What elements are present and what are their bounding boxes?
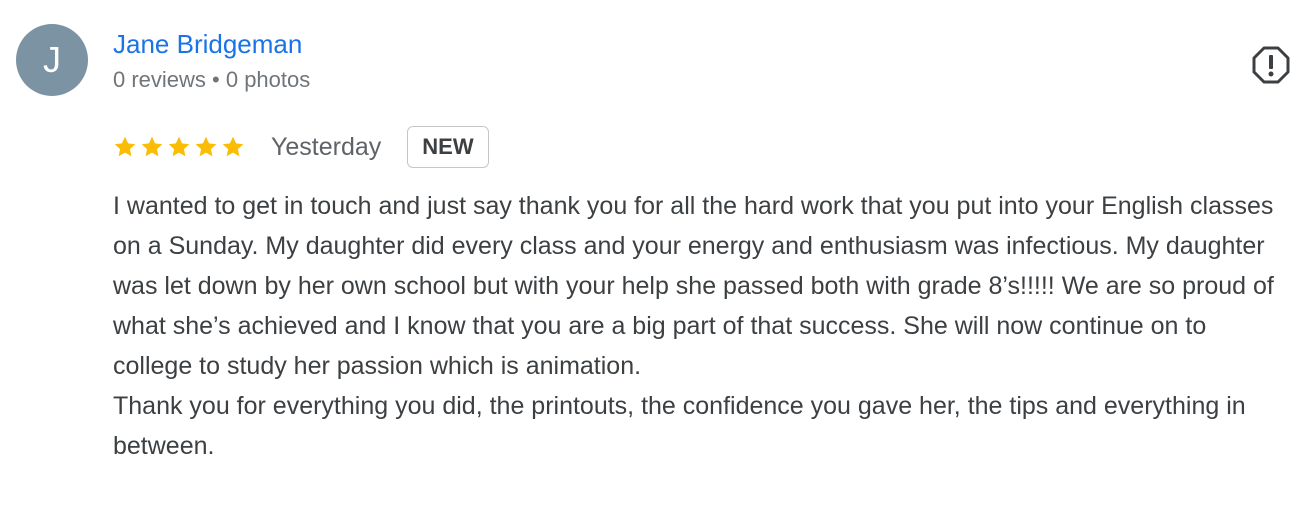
star-icon: [141, 136, 163, 157]
avatar[interactable]: J: [16, 24, 88, 96]
reviewer-name-link[interactable]: Jane Bridgeman: [113, 28, 302, 60]
star-icon: [168, 136, 190, 157]
star-icon: [222, 136, 244, 157]
new-badge: NEW: [407, 126, 489, 168]
review-date: Yesterday: [271, 132, 382, 161]
star-icon: [114, 136, 136, 157]
reviewer-meta: 0 reviews • 0 photos: [113, 67, 311, 92]
flag-report-icon: [1252, 46, 1290, 84]
star-icon: [195, 136, 217, 157]
report-review-button[interactable]: [1252, 46, 1290, 84]
rating-row: Yesterday NEW: [113, 124, 489, 170]
star-rating: [113, 135, 245, 159]
avatar-initial: J: [43, 39, 61, 80]
review-text: I wanted to get in touch and just say th…: [113, 192, 1274, 460]
